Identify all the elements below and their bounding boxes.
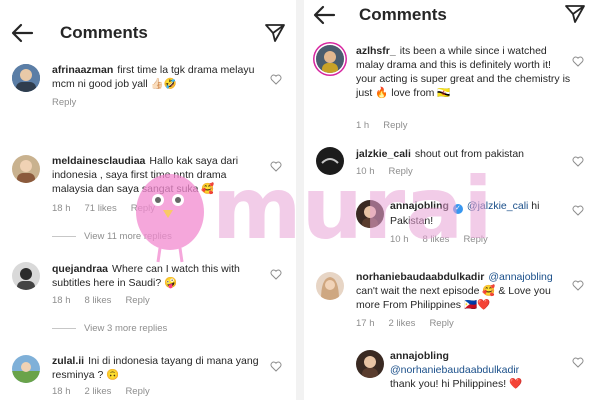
comment-meta: 17 h 2 likes Reply xyxy=(356,318,454,329)
comment-time: 10 h xyxy=(390,234,409,245)
paper-plane-icon[interactable] xyxy=(264,23,286,43)
comment-time: 1 h xyxy=(356,120,370,131)
avatar[interactable] xyxy=(12,64,40,92)
avatar[interactable] xyxy=(356,350,384,378)
reply-button[interactable]: Reply xyxy=(125,386,149,397)
reply-button[interactable]: Reply xyxy=(131,203,155,214)
comment-text: quejandraa Where can I watch this with su… xyxy=(52,262,267,290)
comment-text: azlhsfr_ its been a while since i watched… xyxy=(356,44,572,100)
comment-text: zulal.ii Ini di indonesia tayang di mana … xyxy=(52,354,267,382)
comment-meta: 18 h 71 likes Reply xyxy=(52,203,155,214)
comment-meta: 10 h Reply xyxy=(356,166,413,177)
heart-icon[interactable] xyxy=(572,156,584,167)
view-more-label: View 3 more replies xyxy=(84,323,168,334)
heart-icon[interactable] xyxy=(270,361,282,372)
comment-username[interactable]: meldainesclaudiaa xyxy=(52,155,145,167)
comment-meta: Reply xyxy=(52,97,76,108)
comment-username[interactable]: afrinaazman xyxy=(52,64,113,76)
avatar[interactable] xyxy=(316,147,344,175)
comment-time: 17 h xyxy=(356,318,375,329)
verified-badge-icon: ✓ xyxy=(452,204,463,214)
comment-text: jalzkie_cali shout out from pakistan xyxy=(356,147,572,161)
avatar[interactable] xyxy=(356,200,384,228)
comment-likes[interactable]: 71 likes xyxy=(85,203,117,214)
comments-header: Comments xyxy=(0,18,296,48)
arrow-left-icon[interactable] xyxy=(312,4,336,26)
comment-text: annajobling ✓ @jalzkie_cali hi Pakistan! xyxy=(390,199,572,228)
avatar[interactable] xyxy=(12,262,40,290)
comment-body: thank you! hi Philippines! ❤️ xyxy=(390,378,523,390)
comment-body: can't wait the next episode 🥰 & Love you… xyxy=(356,285,551,311)
avatar[interactable] xyxy=(316,272,344,300)
comment-username[interactable]: jalzkie_cali xyxy=(356,148,411,160)
avatar[interactable] xyxy=(12,155,40,183)
comment-mention[interactable]: @norhaniebaudaabdulkadir xyxy=(390,364,519,376)
view-more-replies[interactable]: View 11 more replies xyxy=(52,231,172,242)
comment-likes[interactable]: 2 likes xyxy=(85,386,112,397)
arrow-left-icon[interactable] xyxy=(10,22,34,44)
reply-button[interactable]: Reply xyxy=(52,97,76,108)
view-more-line xyxy=(52,236,76,237)
avatar[interactable] xyxy=(316,45,344,73)
comment-meta: 18 h 8 likes Reply xyxy=(52,295,150,306)
reply-button[interactable]: Reply xyxy=(125,295,149,306)
comment-text: afrinaazman first time la tgk drama melay… xyxy=(52,63,267,91)
comment-time: 18 h xyxy=(52,203,71,214)
comment-username[interactable]: zulal.ii xyxy=(52,355,84,367)
page-title: Comments xyxy=(60,23,148,42)
left-comments-panel: Comments afrinaazman first time la tgk dr… xyxy=(0,0,296,400)
page-title: Comments xyxy=(359,5,447,24)
heart-icon[interactable] xyxy=(270,161,282,172)
comment-likes[interactable]: 8 likes xyxy=(85,295,112,306)
view-more-label: View 11 more replies xyxy=(84,231,172,242)
right-comments-panel: Comments azlhsfr_ its been a while since … xyxy=(304,0,600,400)
comment-likes[interactable]: 2 likes xyxy=(389,318,416,329)
comment-meta: 1 h Reply xyxy=(356,120,408,131)
heart-icon[interactable] xyxy=(572,280,584,291)
heart-icon[interactable] xyxy=(270,74,282,85)
avatar[interactable] xyxy=(12,355,40,383)
heart-icon[interactable] xyxy=(572,56,584,67)
comment-username[interactable]: quejandraa xyxy=(52,263,108,275)
comment-text: norhaniebaudaabdulkadir @annajobling can'… xyxy=(356,270,572,312)
comment-text: annajobling @norhaniebaudaabdulkadir thank… xyxy=(390,349,572,391)
reply-button[interactable]: Reply xyxy=(389,166,413,177)
comment-time: 18 h xyxy=(52,295,71,306)
comment-meta: 10 h 8 likes Reply xyxy=(390,234,488,245)
reply-button[interactable]: Reply xyxy=(463,234,487,245)
panel-divider xyxy=(296,0,304,400)
paper-plane-icon[interactable] xyxy=(564,4,586,24)
comment-username[interactable]: azlhsfr_ xyxy=(356,45,396,57)
comment-time: 10 h xyxy=(356,166,375,177)
heart-icon[interactable] xyxy=(572,205,584,216)
comments-header: Comments xyxy=(304,0,600,30)
comment-body: shout out from pakistan xyxy=(414,148,525,160)
heart-icon[interactable] xyxy=(572,357,584,368)
reply-button[interactable]: Reply xyxy=(429,318,453,329)
comment-mention[interactable]: @jalzkie_cali xyxy=(467,200,528,212)
comment-time: 18 h xyxy=(52,386,71,397)
comment-text: meldainesclaudiaa Hallo kak saya dari ind… xyxy=(52,154,264,196)
comment-username[interactable]: norhaniebaudaabdulkadir xyxy=(356,271,484,283)
comment-mention[interactable]: @annajobling xyxy=(488,271,552,283)
comment-meta: 18 h 2 likes Reply xyxy=(52,386,150,397)
heart-icon[interactable] xyxy=(270,269,282,280)
comment-username[interactable]: annajobling xyxy=(390,350,449,362)
view-more-line xyxy=(52,328,76,329)
view-more-replies[interactable]: View 3 more replies xyxy=(52,323,167,334)
reply-button[interactable]: Reply xyxy=(383,120,407,131)
comment-likes[interactable]: 8 likes xyxy=(423,234,450,245)
comment-username[interactable]: annajobling xyxy=(390,200,449,212)
